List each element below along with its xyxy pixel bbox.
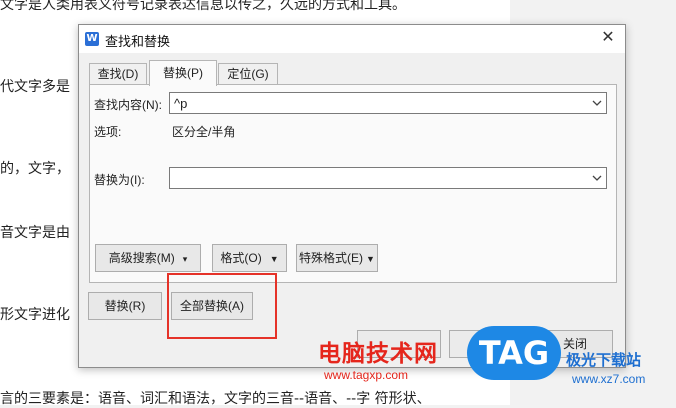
replace-input[interactable]	[169, 167, 607, 189]
format-button[interactable]: 格式(O) ▼	[212, 244, 287, 272]
tab-find[interactable]: 查找(D)	[89, 63, 147, 85]
tag-logo: TAG	[467, 326, 561, 380]
watermark-right-name: 极光下载站	[566, 351, 642, 369]
replace-label: 替换为(I):	[94, 173, 145, 187]
replace-button[interactable]: 替换(R)	[88, 292, 162, 320]
doc-line: 代文字多是	[0, 79, 70, 95]
watermark-site-url: www.tagxp.com	[324, 368, 409, 382]
tab-goto[interactable]: 定位(G)	[218, 63, 278, 85]
find-input-value: ^p	[174, 96, 188, 111]
chevron-down-icon[interactable]	[592, 173, 602, 183]
watermark-right-url: www.xz7.com	[572, 372, 646, 386]
doc-line: 言的三要素是：语音、词汇和语法，文字的三音--语音、--字 符形状、	[0, 391, 431, 407]
dialog-title: 查找和替换	[105, 34, 171, 49]
special-format-button[interactable]: 特殊格式(E) ▼	[296, 244, 378, 272]
find-label: 查找内容(N):	[94, 98, 162, 112]
advanced-search-button[interactable]: 高级搜索(M) ▾	[95, 244, 201, 272]
options-value: 区分全/半角	[172, 125, 236, 139]
dropdown-arrow-icon: ▼	[269, 254, 279, 264]
doc-line: 形文字进化	[0, 307, 70, 323]
doc-line: 音文字是由	[0, 225, 70, 241]
find-replace-dialog: W 查找和替换 ✕ 查找(D) 替换(P) 定位(G) 查找内容(N): ^p …	[78, 24, 626, 368]
format-label: 格式(O)	[220, 251, 262, 265]
close-icon[interactable]: ✕	[599, 29, 617, 47]
highlight-box	[167, 273, 277, 339]
replace-panel: 查找内容(N): ^p 选项: 区分全/半角 替换为(I): 高级搜索(M) ▾ …	[89, 84, 617, 283]
chevron-down-icon[interactable]	[592, 98, 602, 108]
dialog-titlebar[interactable]: W 查找和替换 ✕	[79, 25, 625, 53]
watermark-site-name: 电脑技术网	[318, 341, 438, 367]
special-format-label: 特殊格式(E)	[299, 251, 364, 265]
tab-replace[interactable]: 替换(P)	[149, 60, 217, 86]
wps-app-icon: W	[85, 32, 99, 46]
advanced-search-label: 高级搜索(M)	[108, 251, 175, 265]
doc-line: 文字是人类用表义符号记录表达信息以传之，久远的方式和工具。	[0, 0, 406, 13]
doc-line: 的，文字，	[0, 161, 70, 177]
double-chevron-icon: ▾	[182, 254, 188, 264]
options-label: 选项:	[94, 125, 122, 139]
find-input[interactable]: ^p	[169, 92, 607, 114]
dropdown-arrow-icon: ▼	[366, 254, 375, 264]
